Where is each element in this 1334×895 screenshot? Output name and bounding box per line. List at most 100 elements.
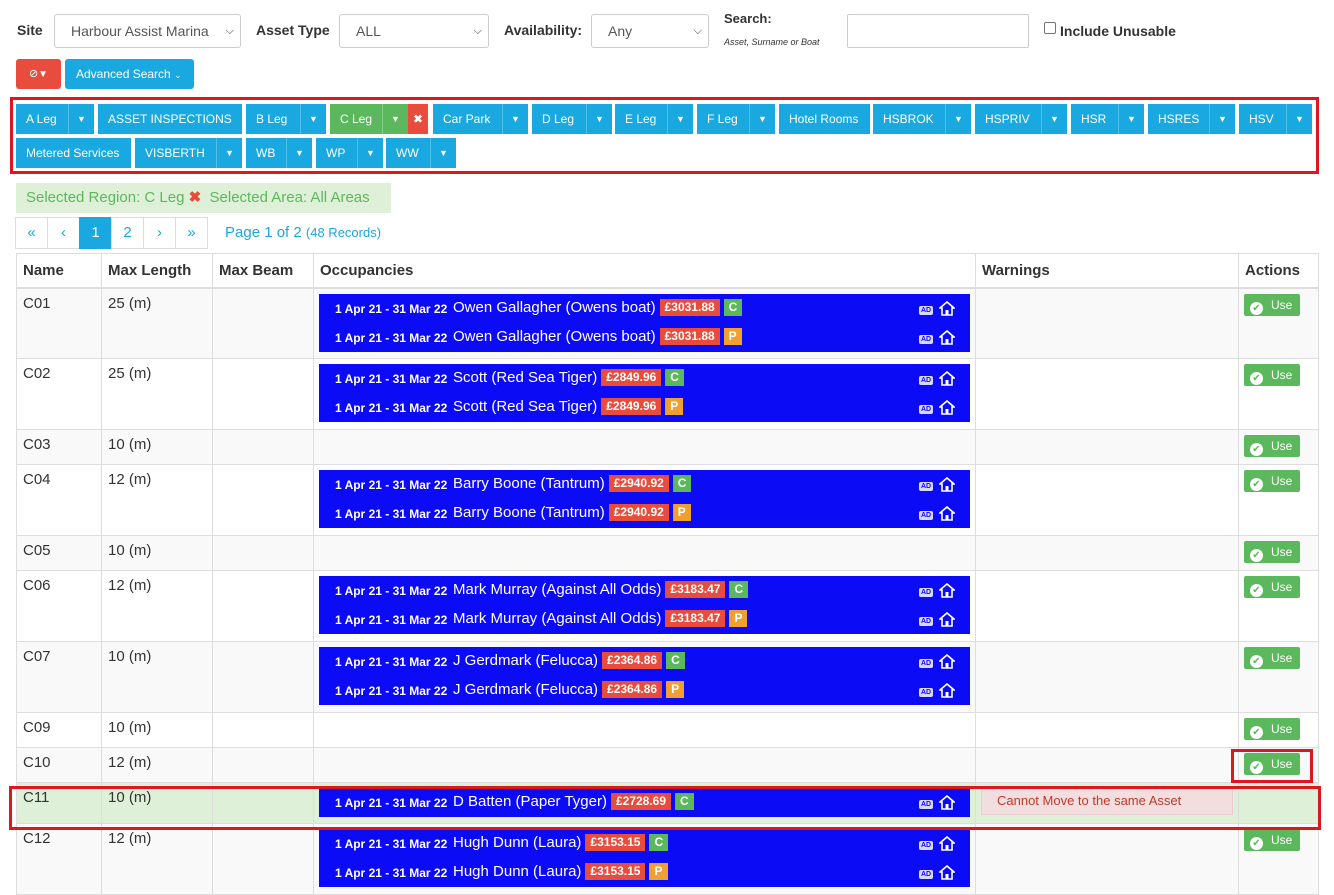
use-button[interactable]: ✔ Use [1244,470,1300,492]
caret-down-icon[interactable]: ▼ [502,104,528,134]
region-button-d-leg[interactable]: D Leg ▼ [532,104,612,134]
ad-icon[interactable]: AD [919,482,933,491]
ad-icon[interactable]: AD [919,688,933,697]
region-button-hsres[interactable]: HSRES ▼ [1148,104,1235,134]
remove-region-icon[interactable]: ✖ [189,189,202,206]
occupancy-item[interactable]: 1 Apr 21 - 31 Mar 22 Owen Gallagher (Owe… [319,323,970,352]
asset-type-select[interactable]: ALL ⌵ [339,14,489,48]
home-icon[interactable] [937,653,957,673]
ad-icon[interactable]: AD [919,588,933,597]
site-select[interactable]: Harbour Assist Marina ⌵ [54,14,241,48]
region-button-a-leg[interactable]: A Leg ▼ [16,104,94,134]
occupancy-item[interactable]: 1 Apr 21 - 31 Mar 22 Scott (Red Sea Tige… [319,393,970,422]
region-button-hsbrok[interactable]: HSBROK ▼ [873,104,971,134]
ad-icon[interactable]: AD [919,617,933,626]
use-button[interactable]: ✔ Use [1244,541,1300,563]
clear-filter-button[interactable]: ⊘▼ [16,59,61,89]
clear-region-button[interactable]: ✖ [408,104,428,134]
caret-down-icon[interactable]: ▼ [667,104,693,134]
caret-down-icon[interactable]: ▼ [1286,104,1312,134]
use-button[interactable]: ✔ Use [1244,364,1300,386]
home-icon[interactable] [937,835,957,855]
ad-icon[interactable]: AD [919,870,933,879]
ad-icon[interactable]: AD [919,511,933,520]
use-button[interactable]: ✔ Use [1244,293,1300,316]
page-last-button[interactable]: » [175,217,208,249]
page-1-button[interactable]: 1 [79,217,112,249]
caret-down-icon[interactable]: ▼ [68,104,94,134]
region-button-metered-services[interactable]: Metered Services [16,138,131,168]
caret-down-icon[interactable]: ▼ [300,104,326,134]
ad-icon[interactable]: AD [919,405,933,414]
ad-icon[interactable]: AD [919,305,933,315]
caret-down-icon[interactable]: ▼ [1209,104,1235,134]
occupancy-item[interactable]: 1 Apr 21 - 31 Mar 22 Mark Murray (Agains… [319,605,970,634]
home-icon[interactable] [937,476,957,496]
search-input[interactable] [847,14,1029,48]
home-icon[interactable] [937,300,957,320]
page-prev-button[interactable]: ‹ [47,217,80,249]
asset-max-beam [212,641,314,713]
region-button-hotel-rooms[interactable]: Hotel Rooms [779,104,870,134]
caret-down-icon[interactable]: ▼ [216,138,242,168]
ad-icon[interactable]: AD [919,334,933,344]
occupancy-item[interactable]: 1 Apr 21 - 31 Mar 22 Hugh Dunn (Laura) £3… [319,858,970,887]
occupancy-item[interactable]: 1 Apr 21 - 31 Mar 22 J Gerdmark (Felucca… [319,676,970,705]
home-icon[interactable] [937,329,957,349]
occupant-name: Scott (Red Sea Tiger) [453,398,598,415]
caret-down-icon[interactable]: ▼ [586,104,612,134]
ad-icon[interactable]: AD [919,841,933,850]
region-button-visberth[interactable]: VISBERTH ▼ [135,138,242,168]
region-button-asset-inspections[interactable]: ASSET INSPECTIONS [98,104,242,134]
occupancy-item[interactable]: 1 Apr 21 - 31 Mar 22 J Gerdmark (Felucca… [319,647,970,676]
use-button[interactable]: ✔ Use [1244,435,1300,457]
home-icon[interactable] [937,370,957,390]
region-button-hspriv[interactable]: HSPRIV ▼ [975,104,1067,134]
region-button-f-leg[interactable]: F Leg ▼ [697,104,775,134]
caret-down-icon[interactable]: ▼ [1041,104,1067,134]
caret-down-icon[interactable]: ▼ [286,138,312,168]
caret-down-icon[interactable]: ▼ [382,104,408,134]
region-button-b-leg[interactable]: B Leg ▼ [246,104,326,134]
occupancy-item[interactable]: 1 Apr 21 - 31 Mar 22 Owen Gallagher (Owe… [319,294,970,323]
occupancy-item[interactable]: 1 Apr 21 - 31 Mar 22 Barry Boone (Tantru… [319,470,970,499]
region-button-wb[interactable]: WB ▼ [246,138,312,168]
caret-down-icon[interactable]: ▼ [430,138,456,168]
region-button-car-park[interactable]: Car Park ▼ [433,104,528,134]
include-unusable-checkbox[interactable] [1044,22,1056,34]
home-icon[interactable] [937,505,957,525]
caret-down-icon[interactable]: ▼ [357,138,383,168]
availability-select[interactable]: Any ⌵ [591,14,709,48]
status-badge: C [666,652,685,669]
caret-down-icon[interactable]: ▼ [945,104,971,134]
page-first-button[interactable]: « [15,217,48,249]
occupancy-item[interactable]: 1 Apr 21 - 31 Mar 22 Mark Murray (Agains… [319,576,970,605]
scrollbar[interactable] [1329,0,1334,874]
home-icon[interactable] [937,582,957,602]
page-next-button[interactable]: › [143,217,176,249]
ad-icon[interactable]: AD [919,659,933,668]
region-button-hsv[interactable]: HSV ▼ [1239,104,1312,134]
page-2-button[interactable]: 2 [111,217,144,249]
use-button[interactable]: ✔ Use [1244,576,1300,598]
home-icon[interactable] [937,682,957,702]
advanced-search-button[interactable]: Advanced Search ⌄ [65,59,194,89]
ad-icon[interactable]: AD [919,376,933,385]
region-button-hsr[interactable]: HSR ▼ [1071,104,1144,134]
table-row: C12 12 (m) 1 Apr 21 - 31 Mar 22 Hugh Dun… [16,823,1319,895]
use-button[interactable]: ✔ Use [1244,647,1300,669]
region-button-e-leg[interactable]: E Leg ▼ [615,104,693,134]
caret-down-icon[interactable]: ▼ [1118,104,1144,134]
region-button-ww[interactable]: WW ▼ [386,138,456,168]
use-button[interactable]: ✔ Use [1244,718,1300,740]
occupancy-item[interactable]: 1 Apr 21 - 31 Mar 22 Scott (Red Sea Tige… [319,364,970,393]
caret-down-icon[interactable]: ▼ [749,104,775,134]
region-button-wp[interactable]: WP ▼ [316,138,383,168]
occupancy-item[interactable]: 1 Apr 21 - 31 Mar 22 Hugh Dunn (Laura) £3… [319,829,970,858]
home-icon[interactable] [937,864,957,884]
home-icon[interactable] [937,611,957,631]
use-button[interactable]: ✔ Use [1244,829,1300,851]
region-button-c-leg[interactable]: C Leg ▼ [330,104,408,134]
occupancy-item[interactable]: 1 Apr 21 - 31 Mar 22 Barry Boone (Tantru… [319,499,970,528]
home-icon[interactable] [937,399,957,419]
